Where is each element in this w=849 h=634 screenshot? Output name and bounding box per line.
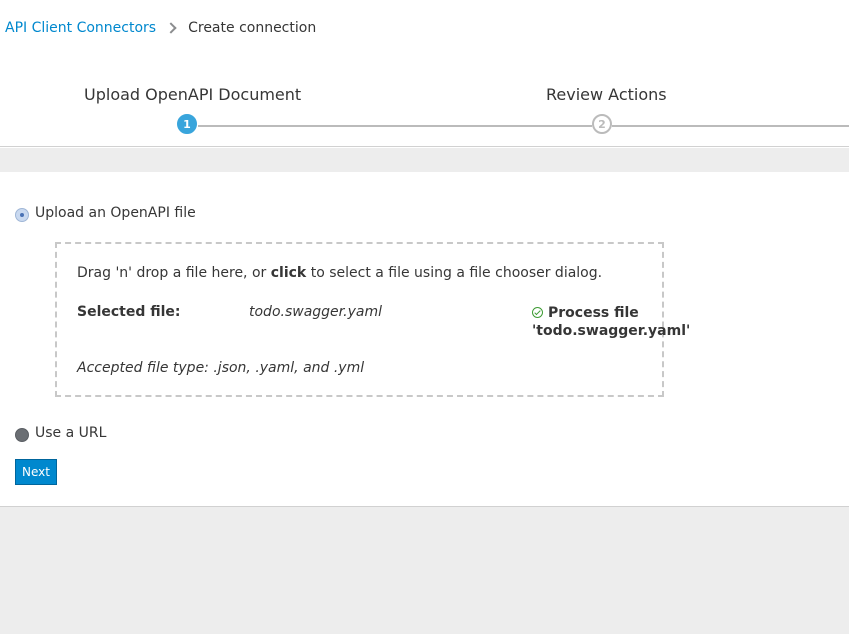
wizard-steps: Upload OpenAPI Document Review Actions 1… (0, 80, 849, 147)
process-file-status: Process file 'todo.swagger.yaml' (532, 304, 690, 340)
next-button[interactable]: Next (15, 459, 57, 485)
file-dropzone[interactable]: Drag 'n' drop a file here, or click to s… (55, 242, 690, 397)
step-2-indicator[interactable]: 2 (592, 114, 612, 134)
breadcrumb-link-api-client-connectors[interactable]: API Client Connectors (5, 20, 156, 36)
accepted-file-types: Accepted file type: .json, .yaml, and .y… (77, 360, 365, 376)
use-url-radio[interactable] (15, 428, 29, 442)
use-url-label: Use a URL (35, 425, 107, 441)
step-1-label: Upload OpenAPI Document (84, 85, 302, 104)
upload-panel: Upload an OpenAPI file Drag 'n' drop a f… (0, 172, 849, 507)
divider (0, 146, 849, 147)
selected-file-label: Selected file: (77, 304, 181, 320)
breadcrumb-current: Create connection (188, 20, 317, 36)
selected-file-name: todo.swagger.yaml (249, 304, 382, 320)
process-file-line1: Process file (548, 305, 639, 321)
upload-file-option[interactable]: Upload an OpenAPI file (15, 205, 196, 222)
step-1-indicator[interactable]: 1 (177, 114, 197, 134)
dropzone-click-text[interactable]: click (271, 265, 307, 281)
check-circle-icon (532, 307, 543, 318)
chevron-right-icon (165, 22, 177, 34)
dropzone-instructions: Drag 'n' drop a file here, or click to s… (77, 265, 602, 281)
dropzone-instruction-text: to select a file using a file chooser di… (306, 265, 603, 281)
step-2-label: Review Actions (546, 85, 667, 104)
breadcrumb: API Client Connectors Create connection (5, 20, 316, 36)
step-connector-line (198, 125, 592, 127)
upload-file-label: Upload an OpenAPI file (35, 205, 196, 221)
use-url-option[interactable]: Use a URL (15, 425, 107, 442)
upload-file-radio[interactable] (15, 208, 29, 222)
step-connector-line (612, 125, 849, 127)
dropzone-instruction-text: Drag 'n' drop a file here, or (77, 265, 271, 281)
process-file-line2: 'todo.swagger.yaml' (532, 323, 691, 339)
